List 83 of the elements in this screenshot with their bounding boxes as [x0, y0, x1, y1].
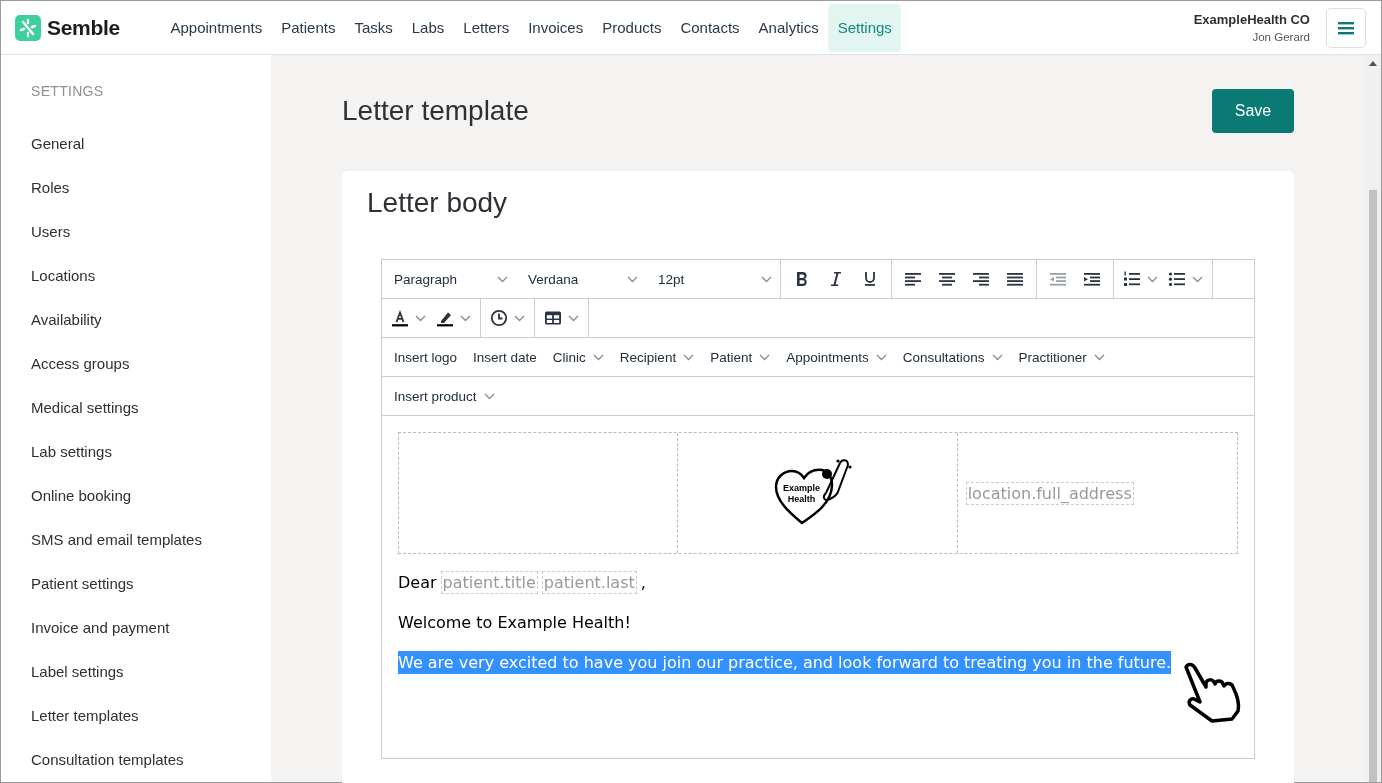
scroll-up-icon[interactable]: [1369, 61, 1377, 66]
menu-icon: [1338, 20, 1354, 35]
chevron-down-icon: [875, 353, 887, 361]
menu-button[interactable]: Consultations: [894, 342, 1011, 372]
toolbar-button[interactable]: Insert date: [465, 342, 545, 372]
menu-button[interactable]: Insert product: [386, 381, 503, 411]
sidebar-item[interactable]: Invoice and payment: [31, 619, 271, 663]
sidebar-item[interactable]: Access groups: [31, 355, 271, 399]
nav-link[interactable]: Products: [592, 3, 671, 52]
chevron-down-icon: [568, 314, 579, 322]
align-left-icon: [904, 270, 922, 288]
nav-link[interactable]: Labs: [402, 3, 454, 52]
sidebar-item[interactable]: Locations: [31, 267, 271, 311]
outdent-icon: [1049, 270, 1067, 288]
menu-button[interactable]: Patient: [702, 342, 779, 372]
chevron-down-icon: [460, 314, 471, 322]
card-title: Letter body: [367, 187, 509, 219]
menu-button[interactable]: Practitioner: [1010, 342, 1113, 372]
dropdown[interactable]: Verdana: [516, 260, 646, 298]
nav-link[interactable]: Patients: [271, 3, 345, 52]
page-title: Letter template: [342, 95, 529, 127]
scrollbar-thumb[interactable]: [1369, 190, 1377, 782]
chevron-down-icon: [592, 353, 604, 361]
chevron-down-icon: [483, 392, 495, 400]
chevron-down-icon: [415, 314, 426, 322]
dropdown[interactable]: Paragraph: [382, 260, 516, 298]
nav-link[interactable]: Appointments: [161, 3, 272, 52]
bulleted-list-icon: [1168, 270, 1186, 288]
toolbar-button[interactable]: Insert logo: [386, 342, 466, 372]
chevron-down-icon: [761, 275, 772, 283]
sidebar-item[interactable]: Consultation templates: [31, 751, 271, 783]
menu-button[interactable]: [1326, 7, 1366, 48]
nav-link[interactable]: Invoices: [518, 3, 593, 52]
paragraph: We are very excited to have you join our practice, and look forward to treating you in the future.: [398, 651, 1172, 674]
chevron-down-icon: [683, 353, 695, 361]
chevron-down-icon: [497, 275, 508, 283]
chevron-down-icon: [514, 314, 525, 322]
chevron-down-icon: [1093, 353, 1105, 361]
sidebar-item[interactable]: Roles: [31, 179, 271, 223]
table-icon: [544, 309, 562, 327]
menu-button[interactable]: Appointments: [778, 342, 895, 372]
clock-icon: [490, 309, 508, 327]
chevron-down-icon: [627, 275, 638, 283]
menu-button[interactable]: Clinic: [544, 342, 612, 372]
nav-link[interactable]: Contacts: [670, 3, 750, 52]
sidebar-item[interactable]: Online booking: [31, 487, 271, 531]
sidebar-item[interactable]: Medical settings: [31, 399, 271, 443]
align-center-icon: [938, 270, 956, 288]
chevron-down-icon: [759, 353, 771, 361]
brand-name: Semble: [47, 15, 120, 40]
letter-text: Dear: [398, 573, 437, 592]
chevron-down-icon: [1147, 275, 1158, 283]
logo-text: Example: [782, 483, 820, 494]
numbered-list-icon: [1123, 270, 1141, 288]
sidebar-item[interactable]: General: [31, 135, 271, 179]
sidebar-item[interactable]: Users: [31, 223, 271, 267]
menu-button[interactable]: Recipient: [611, 342, 703, 372]
user-name: Jon Gerard: [1252, 31, 1310, 43]
nav-link[interactable]: Settings: [828, 3, 902, 52]
letter-text: ,: [640, 573, 646, 592]
nav-link[interactable]: Tasks: [344, 3, 403, 52]
sidebar-item[interactable]: SMS and email templates: [31, 531, 271, 575]
sidebar-item[interactable]: Label settings: [31, 663, 271, 707]
sidebar-item[interactable]: Patient settings: [31, 575, 271, 619]
indent-icon: [1083, 270, 1101, 288]
dropdown[interactable]: 12pt: [646, 260, 780, 298]
organisation-name: ExampleHealth CO: [1193, 12, 1310, 27]
sidebar-item[interactable]: Letter templates: [31, 707, 271, 751]
save-button[interactable]: Save: [1212, 89, 1294, 133]
nav-link[interactable]: Analytics: [749, 3, 829, 52]
chevron-down-icon: [991, 353, 1003, 361]
chevron-down-icon: [1192, 275, 1203, 283]
logo-icon: [15, 14, 41, 41]
logo-text: Health: [787, 494, 816, 505]
align-right-icon: [972, 270, 990, 288]
text-color-icon: [391, 309, 409, 327]
paragraph: Welcome to Example Health!: [398, 613, 631, 632]
sidebar-item[interactable]: Availability: [31, 311, 271, 355]
sidebar-item[interactable]: Lab settings: [31, 443, 271, 487]
scrollbar[interactable]: [1365, 55, 1381, 782]
sidebar-heading: SETTINGS: [31, 83, 105, 101]
nav-link[interactable]: Letters: [453, 3, 519, 52]
justify-icon: [1006, 270, 1024, 288]
